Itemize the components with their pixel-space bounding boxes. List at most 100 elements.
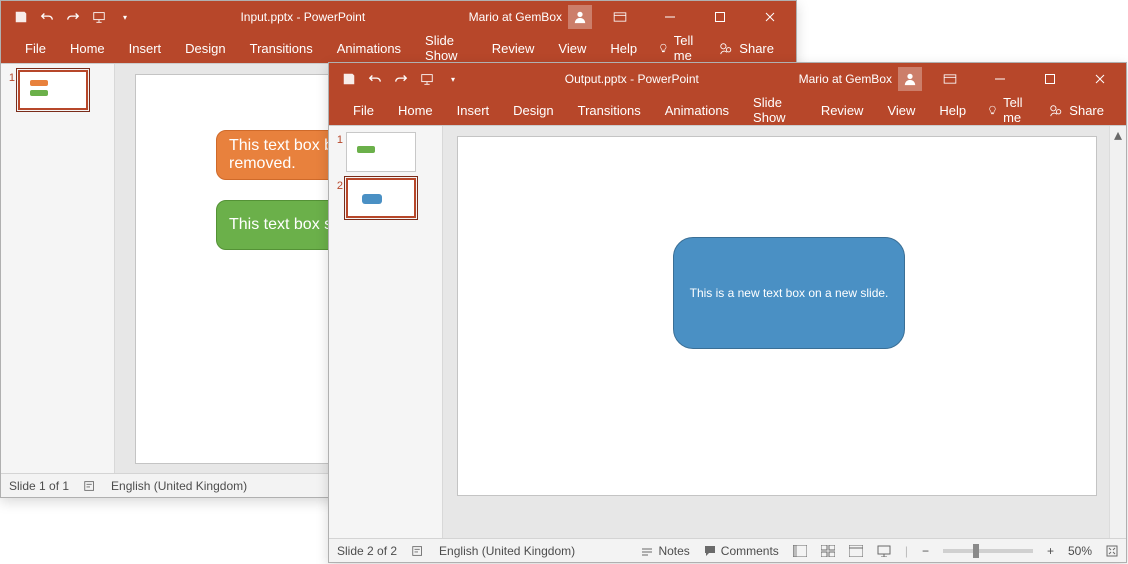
scroll-up-icon[interactable]: ▴ — [1110, 126, 1126, 143]
slide-counter[interactable]: Slide 1 of 1 — [9, 479, 69, 493]
thumb-number: 1 — [333, 132, 343, 146]
tab-animations[interactable]: Animations — [653, 95, 741, 125]
vertical-scrollbar[interactable]: ▴ — [1109, 126, 1126, 538]
comments-label: Comments — [721, 544, 779, 558]
slide-thumbnail-panel[interactable]: 1 2 — [329, 126, 443, 538]
tab-slideshow[interactable]: Slide Show — [413, 33, 480, 63]
tell-me-label: Tell me — [1003, 95, 1029, 125]
tell-me-label: Tell me — [674, 33, 700, 63]
tab-help[interactable]: Help — [598, 33, 649, 63]
quick-access-toolbar: ▾ — [1, 5, 137, 29]
thumb-number: 1 — [5, 70, 15, 84]
signed-in-user[interactable]: Mario at GemBox — [799, 67, 922, 91]
slide-counter[interactable]: Slide 2 of 2 — [337, 544, 397, 558]
view-normal-icon[interactable] — [793, 545, 807, 557]
share-label: Share — [1069, 103, 1104, 118]
maximize-button[interactable] — [698, 3, 742, 31]
tab-design[interactable]: Design — [173, 33, 237, 63]
close-button[interactable] — [1078, 65, 1122, 93]
redo-icon[interactable] — [389, 67, 413, 91]
zoom-in-button[interactable]: + — [1047, 544, 1054, 558]
view-slideshow-icon[interactable] — [877, 545, 891, 557]
statusbar: Slide 2 of 2 English (United Kingdom) No… — [329, 538, 1126, 562]
tell-me-button[interactable]: Tell me — [649, 33, 709, 63]
save-icon[interactable] — [337, 67, 361, 91]
tab-home[interactable]: Home — [386, 95, 445, 125]
user-name-label: Mario at GemBox — [469, 10, 562, 24]
comments-button[interactable]: Comments — [704, 544, 779, 558]
spellcheck-icon[interactable] — [83, 479, 97, 493]
ribbon-display-options-icon[interactable] — [928, 65, 972, 93]
user-name-label: Mario at GemBox — [799, 72, 892, 86]
slide-thumbnail-1[interactable] — [18, 70, 88, 110]
textbox-text: This is a new text box on a new slide. — [690, 286, 889, 300]
zoom-slider-knob[interactable] — [973, 544, 979, 558]
tab-insert[interactable]: Insert — [117, 33, 174, 63]
view-sorter-icon[interactable] — [821, 545, 835, 557]
zoom-out-button[interactable]: − — [922, 544, 929, 558]
undo-icon[interactable] — [35, 5, 59, 29]
thumb-row: 2 — [329, 176, 442, 220]
tab-help[interactable]: Help — [927, 95, 978, 125]
tab-insert[interactable]: Insert — [445, 95, 502, 125]
tab-transitions[interactable]: Transitions — [238, 33, 325, 63]
notes-label: Notes — [658, 544, 689, 558]
lightbulb-icon — [659, 41, 668, 55]
tab-design[interactable]: Design — [501, 95, 565, 125]
ribbon-tabs: File Home Insert Design Transitions Anim… — [1, 33, 796, 63]
tab-home[interactable]: Home — [58, 33, 117, 63]
ribbon-display-options-icon[interactable] — [598, 3, 642, 31]
view-reading-icon[interactable] — [849, 545, 863, 557]
fit-to-window-icon[interactable] — [1106, 545, 1118, 557]
window-title: Output.pptx - PowerPoint — [465, 72, 799, 86]
minimize-button[interactable] — [978, 65, 1022, 93]
tab-slideshow[interactable]: Slide Show — [741, 95, 809, 125]
notes-button[interactable]: Notes — [641, 544, 689, 558]
share-button[interactable]: Share — [1039, 95, 1114, 125]
maximize-button[interactable] — [1028, 65, 1072, 93]
slide-thumbnail-1[interactable] — [346, 132, 416, 172]
slide-thumbnail-panel[interactable]: 1 — [1, 64, 115, 473]
user-avatar-icon — [568, 5, 592, 29]
share-button[interactable]: Share — [709, 33, 784, 63]
undo-icon[interactable] — [363, 67, 387, 91]
share-icon — [1049, 103, 1063, 117]
titlebar: ▾ Output.pptx - PowerPoint Mario at GemB… — [329, 63, 1126, 95]
minimize-button[interactable] — [648, 3, 692, 31]
zoom-level-label[interactable]: 50% — [1068, 544, 1092, 558]
slide-page[interactable]: This is a new text box on a new slide. — [457, 136, 1097, 496]
tab-animations[interactable]: Animations — [325, 33, 413, 63]
titlebar: ▾ Input.pptx - PowerPoint Mario at GemBo… — [1, 1, 796, 33]
tab-review[interactable]: Review — [809, 95, 876, 125]
slide-editor[interactable]: ▴ This is a new text box on a new slide. — [443, 126, 1126, 538]
textbox-shape-blue[interactable]: This is a new text box on a new slide. — [673, 237, 905, 349]
thumb-number: 2 — [333, 178, 343, 192]
tab-view[interactable]: View — [875, 95, 927, 125]
tab-transitions[interactable]: Transitions — [566, 95, 653, 125]
quick-access-toolbar: ▾ — [329, 67, 465, 91]
slideshow-from-start-icon[interactable] — [87, 5, 111, 29]
save-icon[interactable] — [9, 5, 33, 29]
share-icon — [719, 41, 733, 55]
qat-more-icon[interactable]: ▾ — [113, 5, 137, 29]
separator: | — [905, 544, 908, 558]
slide-thumbnail-2[interactable] — [346, 178, 416, 218]
qat-more-icon[interactable]: ▾ — [441, 67, 465, 91]
notes-icon — [641, 545, 653, 557]
close-button[interactable] — [748, 3, 792, 31]
tab-view[interactable]: View — [546, 33, 598, 63]
ribbon-tabs: File Home Insert Design Transitions Anim… — [329, 95, 1126, 125]
tab-file[interactable]: File — [341, 95, 386, 125]
thumb-row: 1 — [1, 68, 114, 112]
thumb-row: 1 — [329, 130, 442, 174]
tab-file[interactable]: File — [13, 33, 58, 63]
language-indicator[interactable]: English (United Kingdom) — [439, 544, 575, 558]
signed-in-user[interactable]: Mario at GemBox — [469, 5, 592, 29]
slideshow-from-start-icon[interactable] — [415, 67, 439, 91]
spellcheck-icon[interactable] — [411, 544, 425, 558]
tab-review[interactable]: Review — [480, 33, 547, 63]
zoom-slider[interactable] — [943, 549, 1033, 553]
tell-me-button[interactable]: Tell me — [978, 95, 1039, 125]
redo-icon[interactable] — [61, 5, 85, 29]
language-indicator[interactable]: English (United Kingdom) — [111, 479, 247, 493]
